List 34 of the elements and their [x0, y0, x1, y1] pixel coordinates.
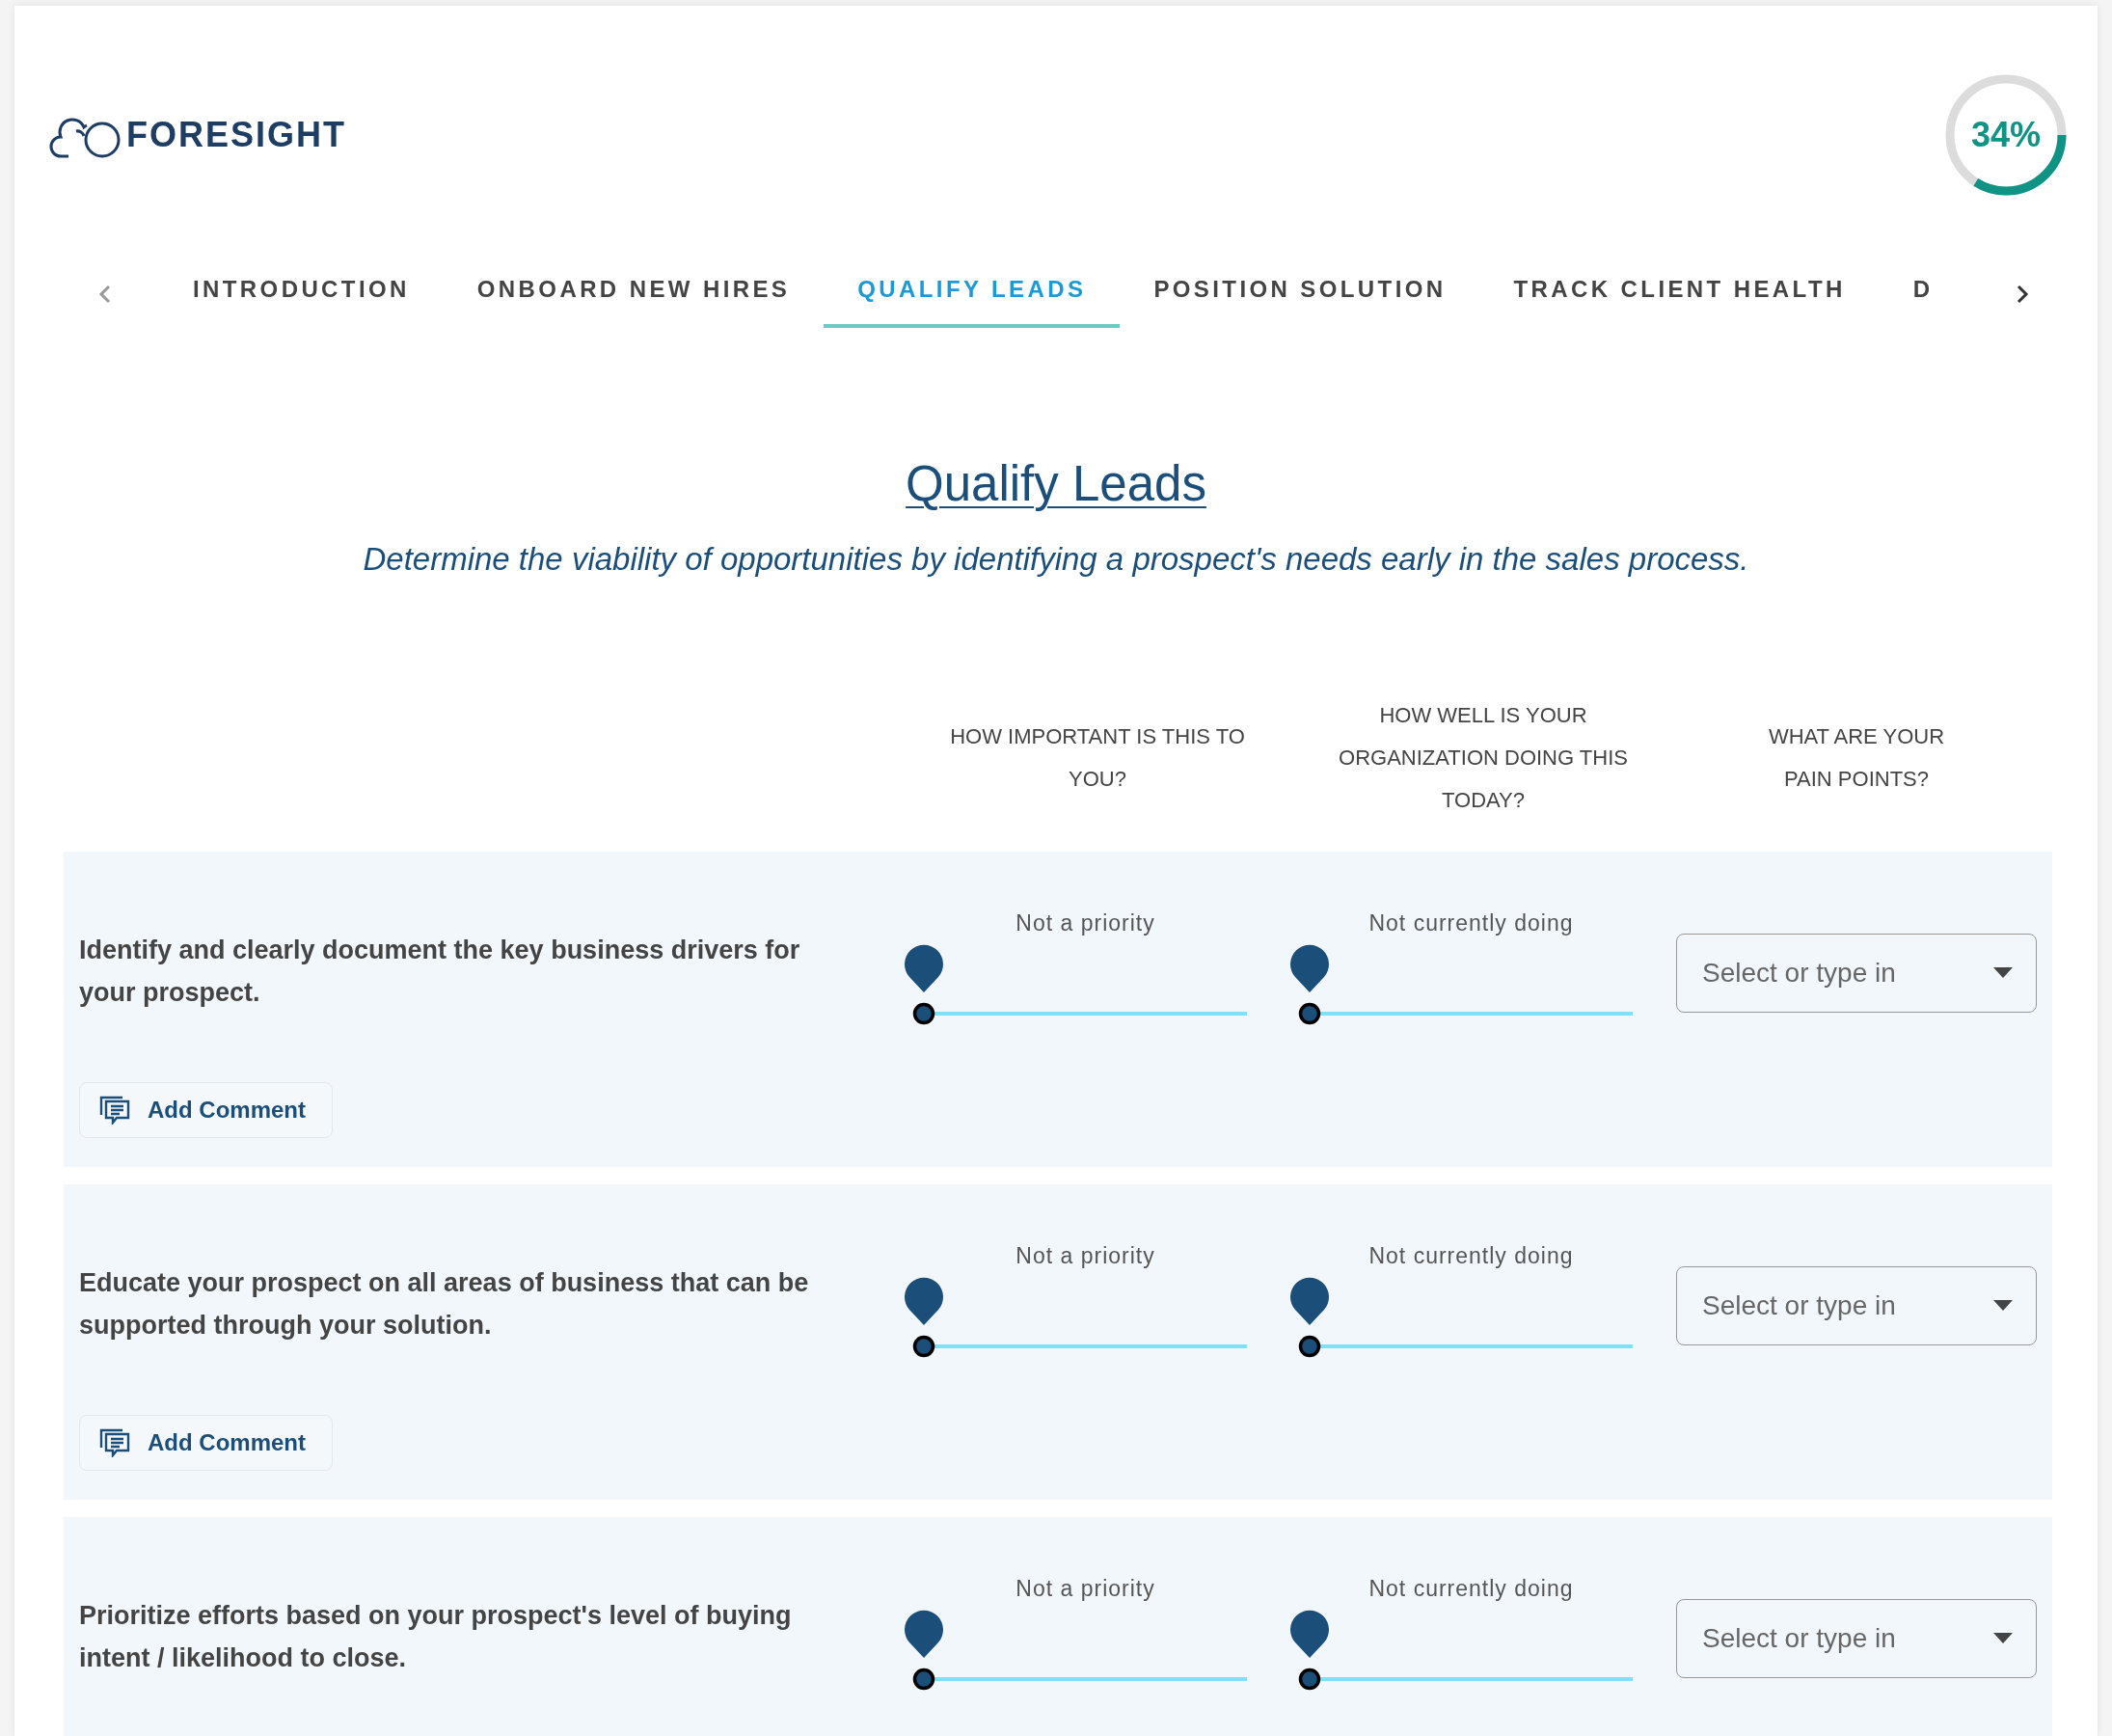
- comment-icon: [99, 1096, 130, 1125]
- add-comment-button[interactable]: Add Comment: [79, 1415, 333, 1471]
- slider-label: Not a priority: [1015, 909, 1156, 936]
- select-input[interactable]: Select or type in: [1700, 1289, 1993, 1322]
- progress-percent: 34%: [1969, 114, 2043, 156]
- question-text: Identify and clearly document the key business drivers for your prospect.: [79, 935, 801, 1009]
- select-field[interactable]: Select or type in: [1676, 1266, 2037, 1345]
- caret-down-icon: [1993, 967, 2013, 979]
- question-text: Prioritize efforts based on your prospect's level of buying intent / likelihood to close.: [79, 1600, 793, 1674]
- caret-down-icon: [1993, 1633, 2013, 1644]
- question-text: Educate your prospect on all areas of business that can be supported through your solution.: [79, 1267, 810, 1342]
- column-header: WHAT ARE YOUR PAIN POINTS?: [1767, 722, 1946, 793]
- tab[interactable]: D: [1879, 260, 1967, 328]
- caret-down-icon: [1993, 1300, 2013, 1312]
- select-field[interactable]: Select or type in: [1676, 934, 2037, 1013]
- slider-label: Not a priority: [1015, 1575, 1156, 1602]
- page-subtitle: Determine the viability of opportunities by identifying a prospect's needs early in the sales process.: [363, 541, 1749, 578]
- page-title: Qualify Leads: [906, 455, 1206, 512]
- slider-label: Not a priority: [1015, 1242, 1156, 1269]
- slider-label: Not currently doing: [1367, 1242, 1575, 1269]
- tab[interactable]: POSITION SOLUTION: [1120, 260, 1480, 328]
- tab[interactable]: ONBOARD NEW HIRES: [443, 260, 825, 328]
- logo-text: FORESIGHT: [126, 115, 346, 155]
- column-header: HOW IMPORTANT IS THIS TO YOU?: [949, 722, 1246, 793]
- add-comment-button[interactable]: Add Comment: [79, 1082, 333, 1138]
- tab[interactable]: TRACK CLIENT HEALTH: [1479, 260, 1880, 328]
- select-input[interactable]: Select or type in: [1700, 957, 1993, 990]
- select-input[interactable]: Select or type in: [1700, 1622, 1993, 1655]
- comment-icon: [99, 1428, 130, 1457]
- column-header: HOW WELL IS YOUR ORGANIZATION DOING THIS TODAY?: [1338, 701, 1629, 814]
- select-field[interactable]: Select or type in: [1676, 1599, 2037, 1678]
- slider-label: Not currently doing: [1367, 909, 1575, 936]
- slider-label: Not currently doing: [1367, 1575, 1575, 1602]
- tab[interactable]: INTRODUCTION: [159, 260, 444, 328]
